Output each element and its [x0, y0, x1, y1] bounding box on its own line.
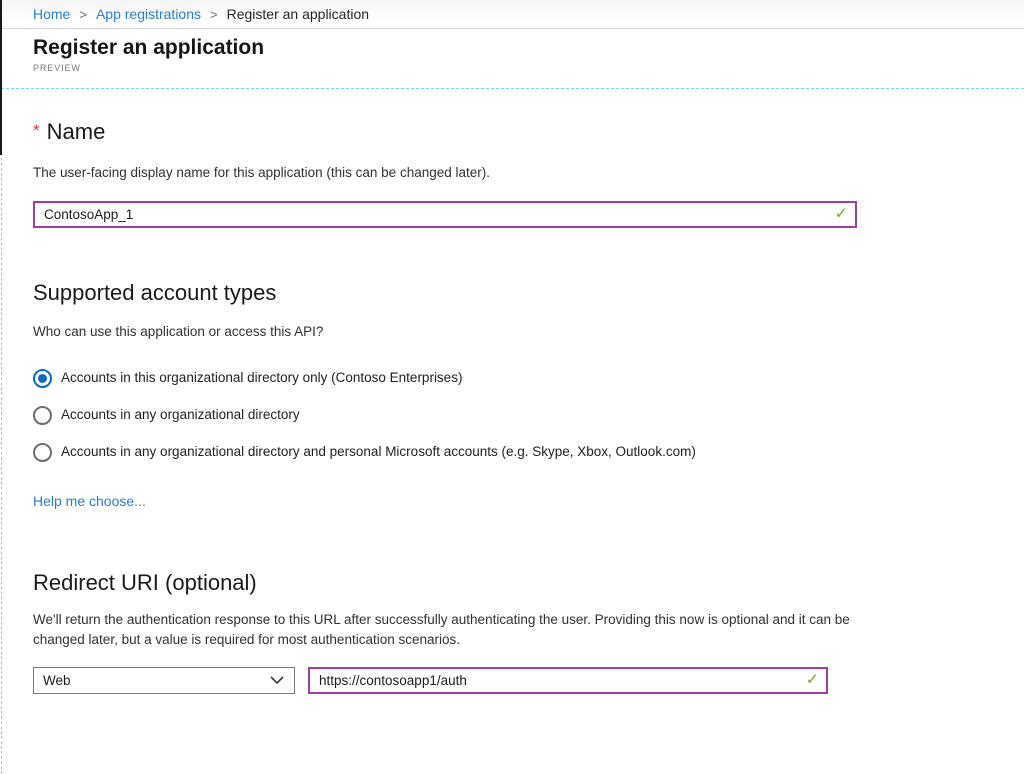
radio-option-label: Accounts in any organizational directory: [61, 405, 300, 425]
radio-option-multi-tenant-personal[interactable]: Accounts in any organizational directory…: [33, 442, 1024, 462]
account-types-heading: Supported account types: [33, 280, 1024, 306]
radio-option-single-tenant[interactable]: Accounts in this organizational director…: [33, 368, 1024, 388]
app-name-input[interactable]: [33, 201, 857, 228]
radio-option-multi-tenant[interactable]: Accounts in any organizational directory: [33, 405, 1024, 425]
name-description: The user-facing display name for this ap…: [33, 163, 1024, 183]
redirect-uri-input[interactable]: [308, 667, 828, 694]
redirect-type-select[interactable]: Web: [33, 667, 295, 694]
radio-option-label: Accounts in this organizational director…: [61, 368, 462, 388]
name-input-wrap: ✓: [33, 201, 857, 228]
breadcrumb-home-link[interactable]: Home: [33, 6, 70, 22]
page-header: Register an application PREVIEW: [0, 29, 1024, 73]
chevron-down-icon: [270, 676, 284, 685]
redirect-type-selected-value: Web: [43, 673, 71, 688]
redirect-uri-input-wrap: ✓: [308, 667, 828, 694]
account-types-radio-group: Accounts in this organizational director…: [33, 368, 1024, 462]
radio-option-label: Accounts in any organizational directory…: [61, 442, 696, 462]
blade-content: * Name The user-facing display name for t…: [1, 88, 1024, 774]
radio-icon: [33, 406, 52, 425]
required-asterisk: *: [33, 121, 40, 140]
redirect-uri-controls: Web ✓: [33, 667, 1024, 694]
account-types-question: Who can use this application or access t…: [33, 322, 1024, 342]
blade-left-edge: [0, 0, 2, 155]
preview-badge: PREVIEW: [33, 63, 1024, 73]
breadcrumb-current-page: Register an application: [227, 6, 369, 22]
breadcrumb-app-registrations-link[interactable]: App registrations: [96, 6, 201, 22]
redirect-uri-description: We'll return the authentication response…: [33, 610, 871, 650]
radio-icon: [33, 369, 52, 388]
name-heading-label: Name: [47, 119, 106, 144]
breadcrumb-separator: >: [79, 7, 87, 22]
radio-icon: [33, 443, 52, 462]
breadcrumb-separator: >: [210, 7, 218, 22]
breadcrumb: Home > App registrations > Register an a…: [0, 0, 1024, 29]
name-section-heading: * Name: [33, 118, 1024, 145]
redirect-uri-heading: Redirect URI (optional): [33, 570, 1024, 596]
help-me-choose-link[interactable]: Help me choose...: [33, 493, 146, 509]
page-title: Register an application: [33, 36, 1024, 60]
